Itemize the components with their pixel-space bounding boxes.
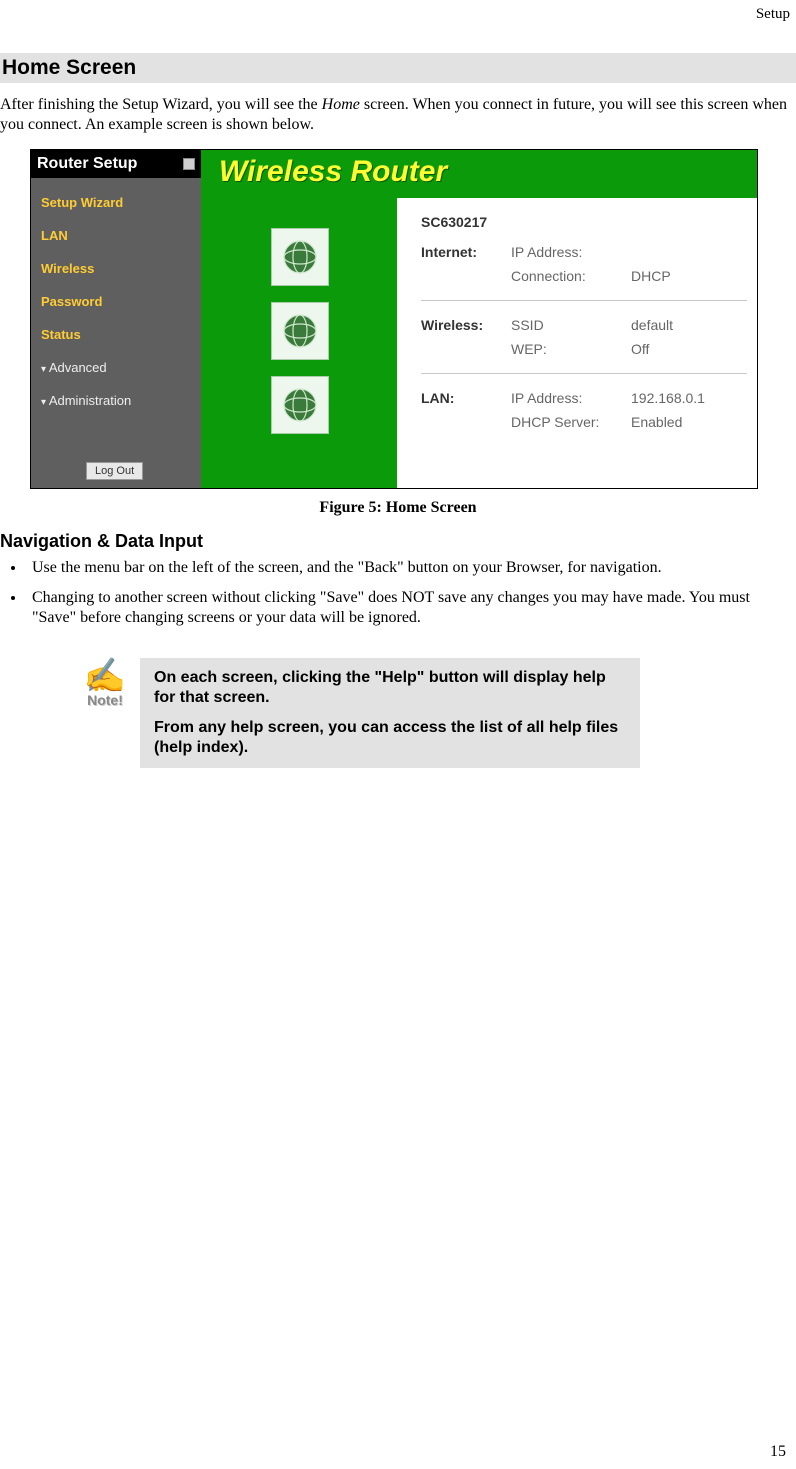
label-internet: Internet: — [421, 244, 511, 260]
sidebar-menu: Setup Wizard LAN Wireless Password Statu… — [31, 178, 201, 417]
row-internet-ip: Internet: IP Address: — [421, 240, 747, 264]
note-p1: On each screen, clicking the "Help" butt… — [154, 668, 626, 708]
note-icon-label: Note! — [70, 692, 140, 708]
menu-lan[interactable]: LAN — [41, 219, 201, 252]
scroll-up-icon[interactable] — [183, 158, 195, 170]
menu-administration[interactable]: Administration — [41, 384, 201, 417]
globe-icon — [280, 237, 320, 277]
menu-password[interactable]: Password — [41, 285, 201, 318]
label-lan: LAN: — [421, 390, 511, 406]
intro-paragraph: After finishing the Setup Wizard, you wi… — [0, 95, 796, 135]
note-text-box: On each screen, clicking the "Help" butt… — [140, 658, 640, 768]
divider — [421, 300, 747, 301]
note-hand-icon: ✍ — [70, 660, 140, 694]
key-lan-dhcp: DHCP Server: — [511, 414, 631, 430]
bullet-1: Use the menu bar on the left of the scre… — [26, 558, 796, 578]
row-lan-ip: LAN: IP Address: 192.168.0.1 — [421, 386, 747, 410]
row-wireless-ssid: Wireless: SSID default — [421, 313, 747, 337]
sidebar-title-bar: Router Setup — [31, 150, 201, 178]
note-icon-wrap: ✍ Note! — [70, 658, 140, 708]
menu-status[interactable]: Status — [41, 318, 201, 351]
globe-icon-wireless[interactable] — [271, 302, 329, 360]
page-number: 15 — [770, 1443, 786, 1461]
bullet-2: Changing to another screen without click… — [26, 588, 796, 628]
val-lan-dhcp: Enabled — [631, 414, 682, 430]
intro-text-before: After finishing the Setup Wizard, you wi… — [0, 96, 322, 113]
globe-icon-internet[interactable] — [271, 228, 329, 286]
key-wireless-ssid: SSID — [511, 317, 631, 333]
logout-button[interactable]: Log Out — [86, 462, 143, 480]
key-internet-ip: IP Address: — [511, 244, 631, 260]
bullet-list: Use the menu bar on the left of the scre… — [0, 558, 796, 628]
row-internet-conn: Connection: DHCP — [421, 264, 747, 288]
page-header-breadcrumb: Setup — [0, 0, 796, 23]
figure-caption: Figure 5: Home Screen — [0, 499, 796, 517]
key-internet-conn: Connection: — [511, 268, 631, 284]
row-lan-dhcp: DHCP Server: Enabled — [421, 410, 747, 434]
divider — [421, 373, 747, 374]
val-lan-ip: 192.168.0.1 — [631, 390, 705, 406]
device-id: SC630217 — [421, 214, 747, 230]
val-wireless-ssid: default — [631, 317, 673, 333]
globe-icon — [280, 311, 320, 351]
row-wireless-wep: WEP: Off — [421, 337, 747, 361]
figure-banner: Wireless Router — [201, 150, 757, 198]
note-block: ✍ Note! On each screen, clicking the "He… — [70, 658, 640, 768]
router-sidebar: Router Setup Setup Wizard LAN Wireless P… — [31, 150, 201, 488]
menu-setup-wizard[interactable]: Setup Wizard — [41, 186, 201, 219]
subsection-title: Navigation & Data Input — [0, 531, 796, 552]
sidebar-title-text: Router Setup — [37, 155, 137, 173]
figure-status-panel: SC630217 Internet: IP Address: Connectio… — [421, 210, 747, 434]
section-title: Home Screen — [0, 53, 796, 83]
note-p2: From any help screen, you can access the… — [154, 718, 626, 758]
val-internet-conn: DHCP — [631, 268, 671, 284]
menu-wireless[interactable]: Wireless — [41, 252, 201, 285]
menu-advanced[interactable]: Advanced — [41, 351, 201, 384]
intro-text-italic: Home — [322, 96, 360, 113]
key-lan-ip: IP Address: — [511, 390, 631, 406]
globe-icon — [280, 385, 320, 425]
globe-icon-lan[interactable] — [271, 376, 329, 434]
figure-home-screen: Router Setup Setup Wizard LAN Wireless P… — [30, 149, 758, 489]
val-wireless-wep: Off — [631, 341, 649, 357]
label-wireless: Wireless: — [421, 317, 511, 333]
key-wireless-wep: WEP: — [511, 341, 631, 357]
